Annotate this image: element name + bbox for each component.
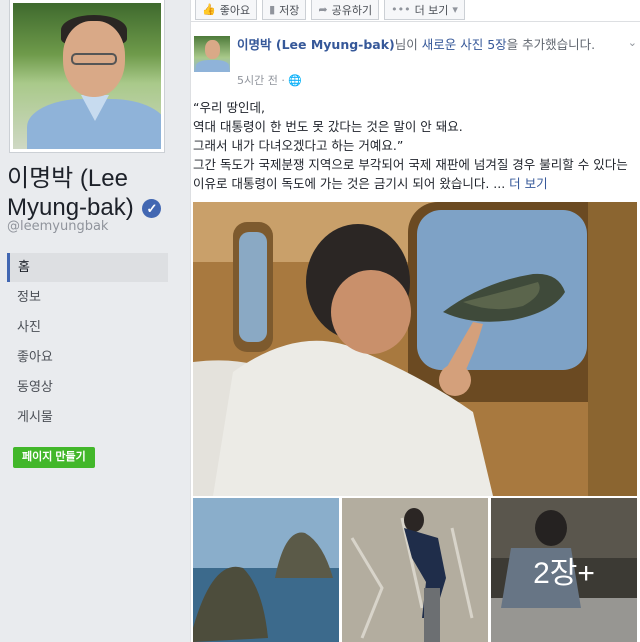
ellipsis-icon: •••	[391, 3, 411, 16]
post-photo-thumb-2[interactable]	[342, 498, 488, 642]
profile-picture[interactable]	[10, 0, 164, 152]
sidebar-item-likes[interactable]: 좋아요	[7, 343, 168, 372]
post-photo-thumb-1[interactable]	[193, 498, 339, 642]
page-action-bar: 👍 좋아요 ▮ 저장 ➦ 공유하기 ••• 더 보기 ▾	[191, 0, 640, 22]
post-author-link[interactable]: 이명박 (Lee Myung-bak)	[237, 37, 395, 52]
share-label: 공유하기	[331, 3, 373, 17]
sidebar-item-videos[interactable]: 동영상	[7, 373, 168, 402]
post-body-text: 그간 독도가 국제분쟁 지역으로 부각되어 국제 재판에 넘겨질 경우 불리할 …	[193, 157, 628, 191]
see-more-link[interactable]: 더 보기	[509, 176, 547, 191]
sidebar-item-photos[interactable]: 사진	[7, 313, 168, 342]
dokdo-islands-image	[193, 498, 339, 642]
sidebar-item-home[interactable]: 홈	[7, 253, 168, 282]
like-button[interactable]: 👍 좋아요	[195, 0, 258, 20]
post-text: “우리 땅인데, 역대 대통령이 한 번도 못 갔다는 것은 말이 안 돼요. …	[193, 98, 633, 193]
globe-icon: 🌐	[288, 74, 303, 87]
president-at-airplane-window-image	[193, 202, 637, 496]
post-timestamp[interactable]: 5시간 전	[237, 74, 278, 87]
caret-down-icon: ▾	[452, 3, 458, 16]
create-page-button[interactable]: 페이지 만들기	[13, 447, 95, 468]
post-action-suffix: 을 추가했습니다.	[506, 37, 596, 52]
like-label: 좋아요	[219, 3, 251, 17]
president-on-rocks-image	[342, 498, 488, 642]
verified-badge-icon: ✓	[142, 199, 162, 218]
post-quote-line-2: 역대 대통령이 한 번도 못 갔다는 것은 말이 안 돼요.	[193, 119, 463, 134]
post-body: 그간 독도가 국제분쟁 지역으로 부각되어 국제 재판에 넘겨질 경우 불리할 …	[193, 155, 633, 193]
post-action-prefix: 님이	[394, 37, 422, 52]
post-photo-main[interactable]	[193, 202, 637, 496]
more-photos-overlay[interactable]: 2장+	[491, 498, 637, 642]
sidebar-nav: 홈 정보 사진 좋아요 동영상 게시물	[7, 253, 168, 433]
post-photos-link[interactable]: 새로운 사진 5장	[422, 37, 507, 52]
thumbs-up-icon: 👍	[202, 3, 216, 16]
post-quote-line-3: 그래서 내가 다녀오겠다고 하는 거예요.”	[193, 138, 404, 153]
more-label: 더 보기	[414, 3, 449, 17]
more-button[interactable]: ••• 더 보기 ▾	[384, 0, 465, 20]
post-author-avatar[interactable]	[194, 36, 230, 72]
save-button[interactable]: ▮ 저장	[262, 0, 307, 20]
save-label: 저장	[279, 3, 300, 17]
page: 이명박 (Lee Myung-bak) ✓ @leemyungbak 홈 정보 …	[0, 0, 640, 642]
bookmark-icon: ▮	[269, 3, 276, 16]
post-photo-grid: 2장+	[193, 498, 637, 642]
sidebar-item-about[interactable]: 정보	[7, 283, 168, 312]
post-quote-line-1: “우리 땅인데,	[193, 100, 265, 115]
chevron-down-icon[interactable]: ⌄	[628, 36, 637, 49]
share-arrow-icon: ➦	[318, 3, 328, 16]
page-username[interactable]: @leemyungbak	[7, 219, 108, 234]
left-column: 이명박 (Lee Myung-bak) ✓ @leemyungbak 홈 정보 …	[0, 0, 180, 642]
post-ellipsis: ...	[489, 176, 510, 191]
share-button[interactable]: ➦ 공유하기	[311, 0, 380, 20]
sidebar-item-posts[interactable]: 게시물	[7, 403, 168, 432]
post-header: 이명박 (Lee Myung-bak)님이 새로운 사진 5장을 추가했습니다.…	[191, 36, 640, 87]
page-title-text: 이명박 (Lee Myung-bak)	[7, 165, 134, 221]
feed: 👍 좋아요 ▮ 저장 ➦ 공유하기 ••• 더 보기 ▾ 이명박 (Lee My…	[190, 0, 640, 642]
post-meta: 5시간 전 · 🌐	[237, 74, 303, 87]
post-photo-thumb-3[interactable]: 2장+	[491, 498, 637, 642]
page-title: 이명박 (Lee Myung-bak) ✓	[7, 164, 177, 222]
post-title: 이명박 (Lee Myung-bak)님이 새로운 사진 5장을 추가했습니다.	[237, 36, 632, 53]
